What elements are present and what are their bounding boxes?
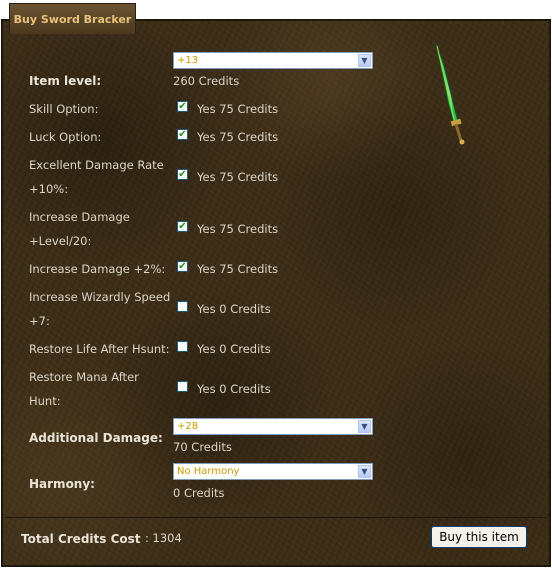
option-label-excellent-line2: +10%: [29, 182, 69, 196]
option-label-restore-life: Restore Life After Hsunt: [29, 342, 170, 356]
item-level-select[interactable]: +13 ▼ [173, 52, 373, 69]
option-text-luck: Yes 75 Credits [197, 130, 279, 144]
additional-damage-credits: 70 Credits [173, 440, 232, 454]
item-panel: Item level: +13 ▼ 260 Credits Skill Opti… [1, 19, 551, 567]
additional-damage-select[interactable]: +28 ▼ [173, 418, 373, 435]
check-icon: ✔ [178, 261, 187, 272]
total-credits-label-text: Total Credits Cost [21, 532, 141, 546]
option-text-excellent-damage: Yes 75 Credits [197, 170, 279, 184]
option-text-restore-life: Yes 0 Credits [197, 342, 271, 356]
divider [5, 517, 547, 518]
buy-item-button[interactable]: Buy this item [431, 526, 527, 548]
total-credits-separator: : [145, 531, 149, 545]
option-label-wizardly-line1: Increase Wizardly Speed [29, 290, 171, 304]
checkbox-luck[interactable]: ✔ [177, 129, 188, 140]
tab-buy-item[interactable]: Buy Sword Bracker [9, 3, 136, 34]
option-label-increase-2pct: Increase Damage +2%: [29, 262, 166, 276]
option-label-wizardly-line2: +7: [29, 314, 50, 328]
checkbox-wizardly-speed[interactable] [177, 301, 188, 312]
option-label-skill: Skill Option: [29, 102, 99, 116]
harmony-select[interactable]: No Harmony ▼ [173, 463, 373, 480]
check-icon: ✔ [178, 129, 187, 140]
option-label-increase-level-line2: +Level/20: [29, 234, 92, 248]
additional-damage-label: Additional Damage: [29, 431, 163, 445]
harmony-value: No Harmony [177, 466, 240, 477]
total-credits-value-wrap: : 1304 [145, 531, 182, 545]
checkbox-increase-damage-2pct[interactable]: ✔ [177, 261, 188, 272]
chevron-down-icon: ▼ [358, 465, 371, 478]
total-credits-value: 1304 [152, 531, 182, 545]
harmony-credits: 0 Credits [173, 486, 225, 500]
chevron-down-icon: ▼ [358, 54, 371, 67]
option-text-wizardly-speed: Yes 0 Credits [197, 302, 271, 316]
checkbox-restore-life[interactable] [177, 341, 188, 352]
chevron-down-icon: ▼ [358, 420, 371, 433]
checkbox-skill[interactable]: ✔ [177, 101, 188, 112]
checkbox-increase-damage-level[interactable]: ✔ [177, 221, 188, 232]
harmony-label: Harmony: [29, 477, 95, 491]
checkbox-excellent-damage[interactable]: ✔ [177, 169, 188, 180]
option-label-increase-level-line1: Increase Damage [29, 210, 130, 224]
option-label-excellent-line1: Excellent Damage Rate [29, 158, 164, 172]
option-label-restore-mana-line2: Hunt: [29, 394, 61, 408]
total-credits-label: Total Credits Cost [21, 532, 141, 546]
check-icon: ✔ [178, 101, 187, 112]
item-level-label: Item level: [29, 74, 102, 88]
sword-item-icon [435, 43, 465, 145]
option-text-increase-damage-2pct: Yes 75 Credits [197, 262, 279, 276]
option-text-increase-damage-level: Yes 75 Credits [197, 222, 279, 236]
additional-damage-value: +28 [177, 421, 199, 432]
item-level-credits: 260 Credits [173, 74, 240, 88]
option-text-skill: Yes 75 Credits [197, 102, 279, 116]
option-label-restore-mana-line1: Restore Mana After [29, 370, 139, 384]
check-icon: ✔ [178, 221, 187, 232]
item-level-value: +13 [177, 55, 199, 66]
option-text-restore-mana: Yes 0 Credits [197, 382, 271, 396]
checkbox-restore-mana[interactable] [177, 381, 188, 392]
option-label-luck: Luck Option: [29, 130, 102, 144]
check-icon: ✔ [178, 169, 187, 180]
